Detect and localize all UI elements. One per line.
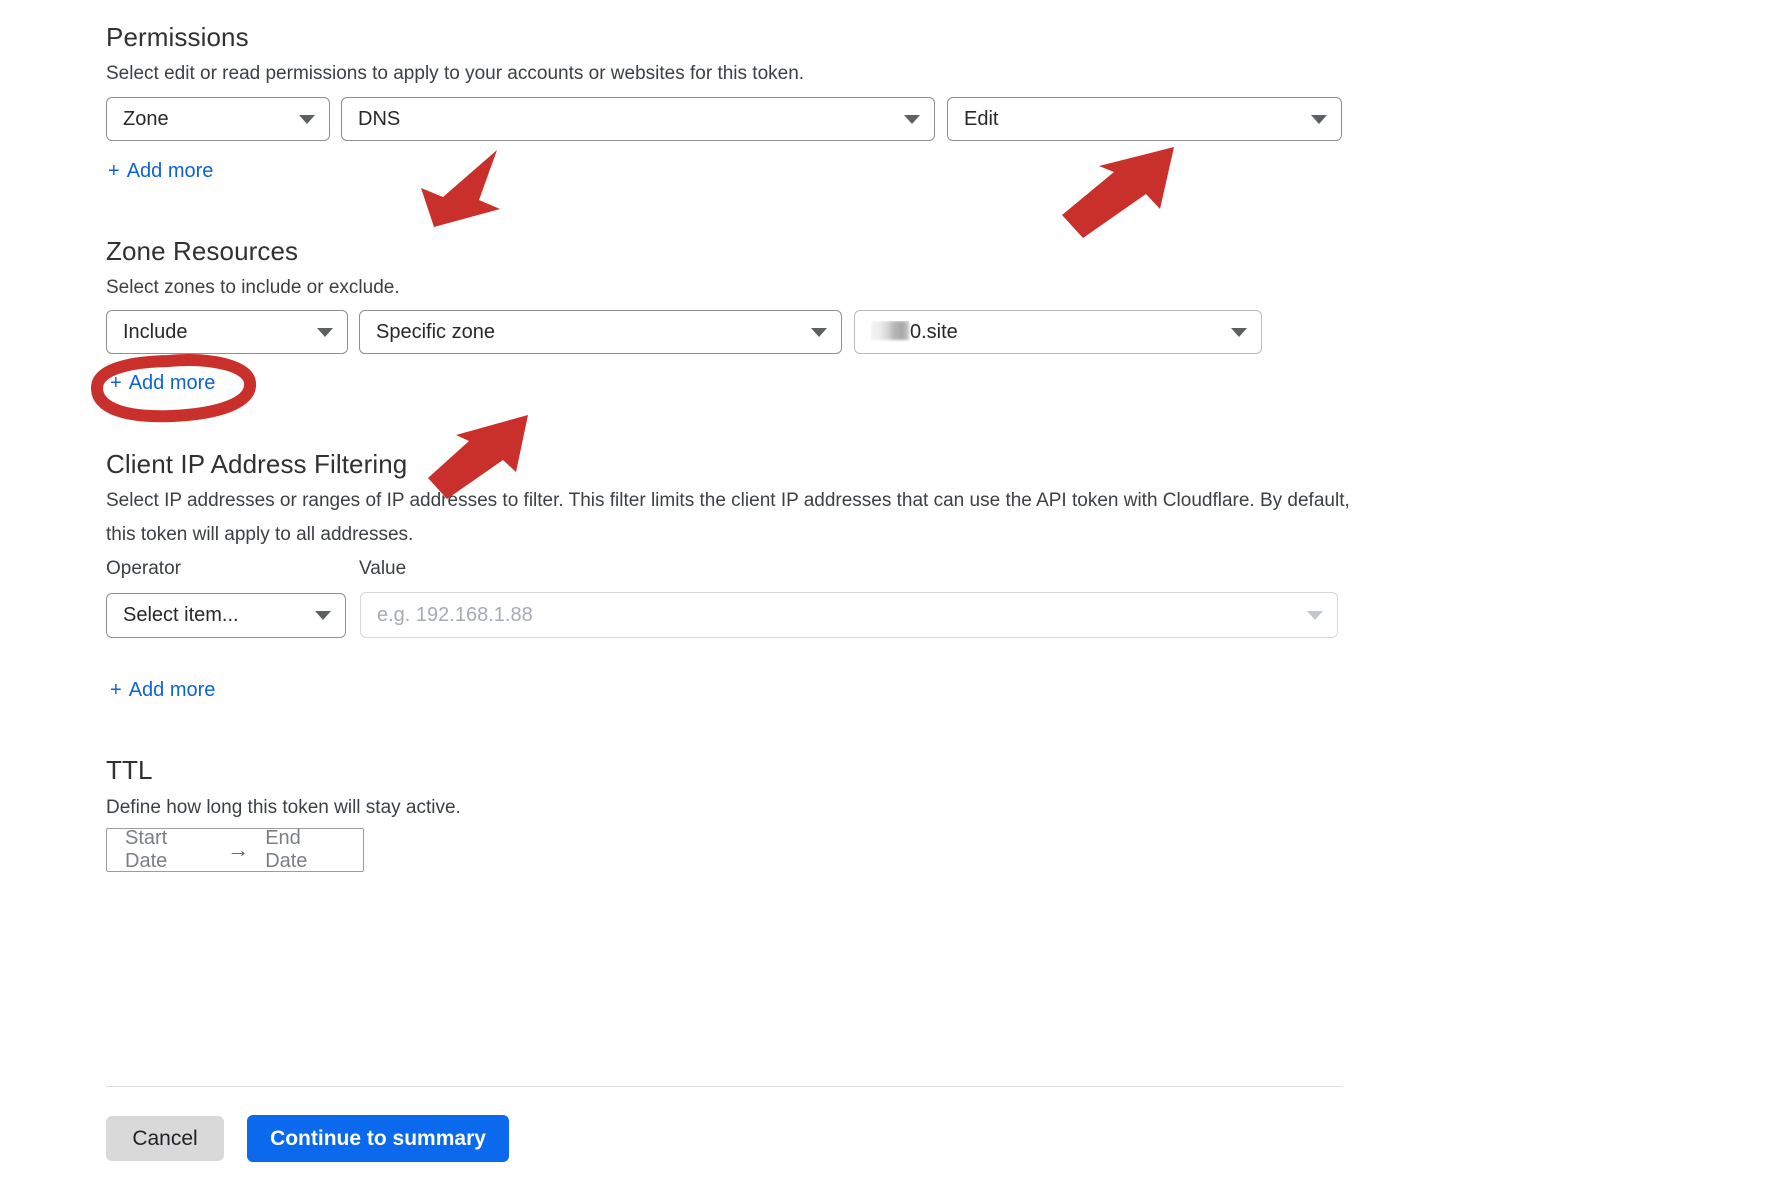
client-ip-filtering-add-more-label: Add more — [128, 679, 216, 701]
permissions-add-more-label: Add more — [126, 160, 214, 182]
zone-resources-section-description: Select zones to include or exclude. — [106, 277, 400, 298]
plus-icon: + — [110, 372, 122, 394]
permissions-section-description: Select edit or read permissions to apply… — [106, 63, 805, 84]
client-ip-filtering-section-title: Client IP Address Filtering — [106, 449, 408, 479]
operator-label: Operator — [106, 558, 181, 579]
permissions-add-more-button[interactable]: + Add more — [108, 160, 213, 183]
footer-divider — [106, 1086, 1343, 1087]
chevron-down-icon — [299, 114, 315, 124]
permissions-section-title: Permissions — [106, 22, 249, 52]
continue-to-summary-button[interactable]: Continue to summary — [247, 1115, 509, 1162]
red-arrow-edit-icon — [1062, 147, 1174, 238]
zone-resources-add-more-button[interactable]: + Add more — [110, 372, 215, 395]
zone-resources-type-select[interactable]: Specific zone — [359, 310, 842, 354]
permissions-access-select[interactable]: Edit — [947, 97, 1342, 141]
ttl-start-date-input[interactable]: Start Date — [125, 827, 211, 873]
zone-resources-zone-suffix: 0.site — [910, 320, 958, 343]
chevron-down-icon — [1231, 327, 1247, 337]
plus-icon: + — [110, 679, 122, 701]
zone-resources-scope-select[interactable]: Include — [106, 310, 348, 354]
ttl-end-date-input[interactable]: End Date — [265, 827, 345, 873]
operator-select[interactable]: Select item... — [106, 593, 346, 638]
zone-resources-section-title: Zone Resources — [106, 236, 299, 266]
operator-value: Select item... — [123, 604, 239, 626]
ttl-section-title: TTL — [106, 755, 153, 785]
chevron-down-icon — [317, 327, 333, 337]
ttl-date-range-picker[interactable]: Start Date → End Date — [106, 827, 364, 873]
red-arrow-dns-icon — [421, 150, 500, 227]
permissions-group-select[interactable]: DNS — [341, 97, 935, 141]
redacted-zone-name — [871, 320, 909, 340]
value-input-placeholder: e.g. 192.168.1.88 — [377, 603, 533, 626]
client-ip-filtering-add-more-button[interactable]: + Add more — [110, 679, 215, 702]
zone-resources-zone-select[interactable]: 0.site — [854, 310, 1262, 354]
api-token-form-page: Permissions Select edit or read permissi… — [0, 0, 1771, 1202]
chevron-down-icon — [904, 114, 920, 124]
chevron-down-icon — [1311, 114, 1327, 124]
chevron-down-icon — [811, 327, 827, 337]
value-label: Value — [359, 558, 407, 579]
permissions-resource-select[interactable]: Zone — [106, 97, 330, 141]
chevron-down-icon — [315, 611, 331, 620]
plus-icon: + — [108, 160, 120, 182]
chevron-down-icon — [1307, 610, 1323, 620]
permissions-resource-value: Zone — [123, 107, 169, 130]
zone-resources-zone-value: 0.site — [871, 320, 1221, 344]
permissions-access-value: Edit — [964, 107, 999, 130]
permissions-group-value: DNS — [358, 107, 401, 130]
cancel-button[interactable]: Cancel — [106, 1116, 224, 1161]
zone-resources-add-more-label: Add more — [128, 372, 216, 394]
client-ip-filtering-section-description: Select IP addresses or ranges of IP addr… — [106, 490, 1350, 545]
zone-resources-scope-value: Include — [123, 320, 188, 343]
zone-resources-type-value: Specific zone — [376, 320, 495, 343]
value-input[interactable]: e.g. 192.168.1.88 — [360, 592, 1338, 638]
arrow-right-icon: → — [227, 837, 250, 862]
ttl-section-description: Define how long this token will stay act… — [106, 797, 461, 818]
